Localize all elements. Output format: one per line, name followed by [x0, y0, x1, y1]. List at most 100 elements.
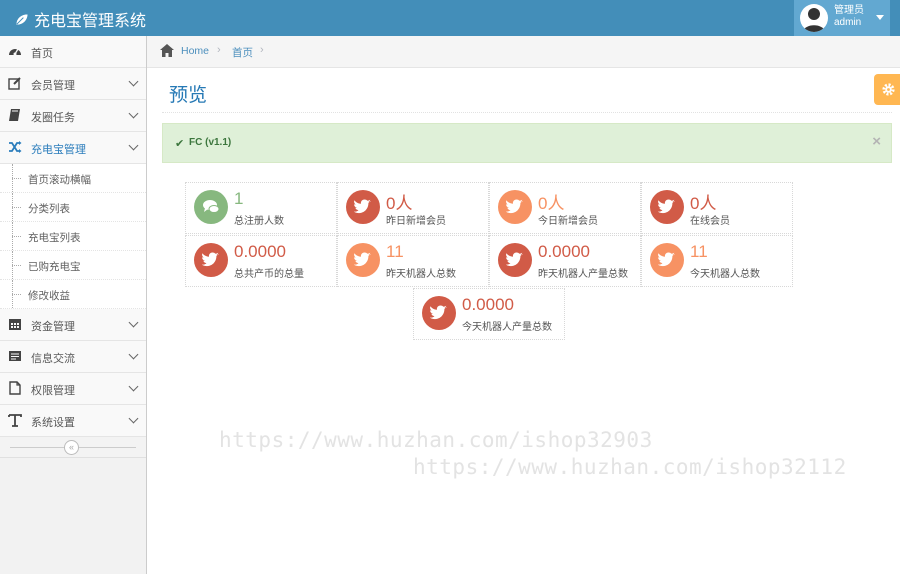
twitter-icon [658, 199, 675, 214]
comments-icon [203, 200, 220, 213]
alert-text: FC (v1.1) [189, 137, 232, 148]
stat-icon-circle [650, 190, 684, 224]
close-icon[interactable]: × [872, 133, 881, 150]
stat-icon-circle [422, 296, 456, 330]
breadcrumb-current[interactable]: 首页 [232, 45, 253, 60]
user-name: admin [834, 17, 862, 28]
settings-button[interactable] [874, 74, 900, 105]
sidebar: 首页 会员管理 发圈任务 充电宝管理 首页滚动横幅 分类列表 充电宝列表 已购充… [0, 36, 147, 574]
sidebar-item-label: 会员管理 [31, 80, 75, 92]
stat-value: 11 [690, 242, 708, 261]
dashboard-icon [9, 48, 21, 56]
submenu-item-purchased[interactable]: 已购充电宝 [0, 251, 146, 280]
chevron-down-icon [128, 76, 139, 87]
leaf-icon [15, 12, 29, 26]
breadcrumb: Home › 首页 › [147, 36, 900, 68]
caret-down-icon [876, 15, 884, 20]
stat-icon-circle [346, 190, 380, 224]
chevron-down-icon [128, 108, 139, 119]
twitter-icon [506, 252, 523, 267]
stat-label: 昨天机器人总数 [386, 269, 456, 280]
sidebar-item-label: 发圈任务 [31, 112, 75, 124]
stat-box: 11 昨天机器人总数 [337, 235, 489, 287]
breadcrumb-separator-icon: › [217, 44, 221, 56]
submenu-label: 首页滚动横幅 [28, 174, 91, 186]
submenu-item-categories[interactable]: 分类列表 [0, 193, 146, 222]
chevron-down-icon [128, 413, 139, 424]
stat-box: 0.0000 总共产币的总量 [185, 235, 337, 287]
stat-box: 1 总注册人数 [185, 182, 337, 234]
list-icon [9, 351, 21, 361]
sidebar-item-tasks[interactable]: 发圈任务 [0, 100, 146, 132]
text-icon [8, 414, 22, 427]
stat-icon-circle [650, 243, 684, 277]
sidebar-item-members[interactable]: 会员管理 [0, 68, 146, 100]
twitter-icon [354, 199, 371, 214]
stat-value: 0.0000 [234, 242, 286, 261]
stat-icon-circle [346, 243, 380, 277]
sidebar-item-label: 权限管理 [31, 385, 75, 397]
sidebar-item-messages[interactable]: 信息交流 [0, 341, 146, 373]
stat-icon-circle [498, 190, 532, 224]
sidebar-item-powerbank[interactable]: 充电宝管理 [0, 132, 146, 164]
stat-box: 0.0000 今天机器人产量总数 [413, 288, 565, 340]
avatar [800, 4, 828, 32]
divider [162, 112, 892, 113]
watermark-text: https://www.huzhan.com/ishop32903 [219, 428, 653, 452]
breadcrumb-home[interactable]: Home [181, 45, 209, 57]
stat-box: 11 今天机器人总数 [641, 235, 793, 287]
stat-value: 0人 [690, 194, 717, 213]
submenu-item-banner[interactable]: 首页滚动横幅 [0, 164, 146, 193]
calendar-icon [9, 319, 21, 330]
twitter-icon [202, 252, 219, 267]
sidebar-item-label: 系统设置 [31, 417, 75, 429]
chevron-down-icon [128, 381, 139, 392]
twitter-icon [506, 199, 523, 214]
stat-label: 昨天机器人产量总数 [538, 269, 628, 280]
app-title: 充电宝管理系统 [34, 13, 147, 30]
sidebar-item-home[interactable]: 首页 [0, 36, 146, 68]
double-chevron-left-icon[interactable]: « [64, 440, 79, 455]
top-navbar: 充电宝管理系统 管理员 admin [0, 0, 900, 36]
version-alert: ✔ FC (v1.1) × [162, 123, 892, 163]
sidebar-item-label: 首页 [31, 48, 53, 60]
user-info: 管理员 admin [834, 5, 864, 29]
chevron-down-icon [128, 317, 139, 328]
submenu-item-powerbank-list[interactable]: 充电宝列表 [0, 222, 146, 251]
gear-icon [882, 83, 895, 96]
stat-icon-circle [194, 243, 228, 277]
stat-box: 0人 今日新增会员 [489, 182, 641, 234]
user-role: 管理员 [834, 5, 864, 16]
stat-label: 在线会员 [690, 216, 730, 227]
book-icon [9, 109, 20, 121]
sidebar-item-settings[interactable]: 系统设置 [0, 405, 146, 437]
sidebar-item-permissions[interactable]: 权限管理 [0, 373, 146, 405]
stat-value: 0人 [386, 194, 413, 213]
twitter-icon [430, 305, 447, 320]
stat-label: 今天机器人总数 [690, 269, 760, 280]
sidebar-item-funds[interactable]: 资金管理 [0, 309, 146, 341]
user-menu[interactable]: 管理员 admin [794, 0, 890, 36]
twitter-icon [658, 252, 675, 267]
page-title: 预览 [169, 85, 208, 106]
submenu-label: 已购充电宝 [28, 261, 81, 273]
submenu-label: 修改收益 [28, 290, 70, 302]
submenu-item-earnings[interactable]: 修改收益 [0, 280, 146, 309]
sidebar-item-label: 充电宝管理 [31, 144, 86, 156]
stat-label: 总注册人数 [234, 216, 284, 227]
submenu-label: 充电宝列表 [28, 232, 81, 244]
stat-label: 今天机器人产量总数 [462, 322, 552, 333]
home-icon [160, 44, 174, 57]
chevron-down-icon [128, 140, 139, 151]
watermark-text: https://www.huzhan.com/ishop32112 [413, 455, 847, 479]
stat-icon-circle [194, 190, 228, 224]
submenu: 首页滚动横幅 分类列表 充电宝列表 已购充电宝 修改收益 [0, 164, 146, 309]
edit-icon [8, 77, 21, 90]
brand[interactable]: 充电宝管理系统 [14, 7, 146, 31]
stat-box: 0.0000 昨天机器人产量总数 [489, 235, 641, 287]
stat-value: 0人 [538, 194, 565, 213]
stat-label: 总共产币的总量 [234, 269, 304, 280]
stat-label: 今日新增会员 [538, 216, 598, 227]
random-icon [9, 141, 22, 153]
stat-value: 11 [386, 242, 404, 261]
